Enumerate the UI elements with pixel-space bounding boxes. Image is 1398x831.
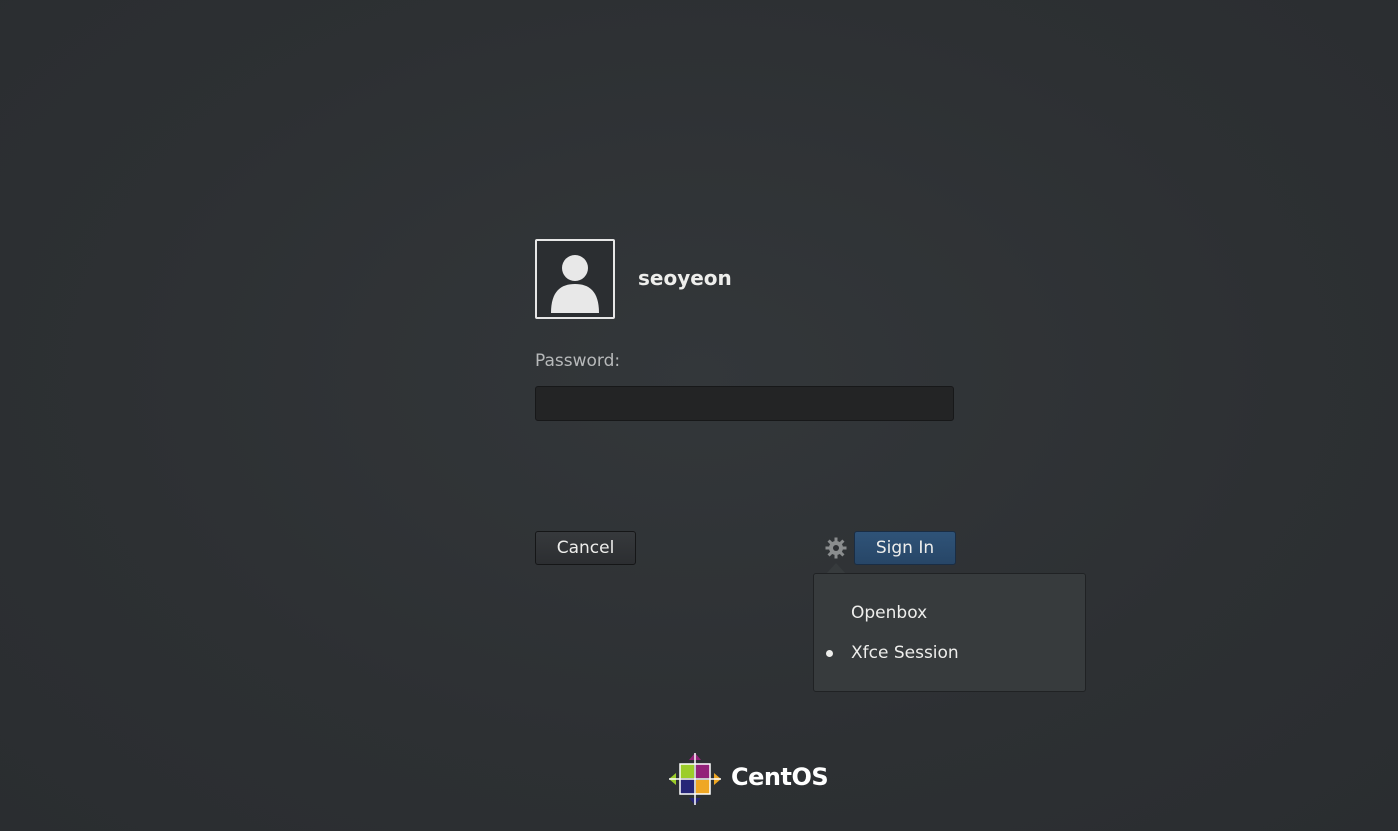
gear-icon[interactable]	[824, 536, 848, 560]
user-avatar	[535, 239, 615, 319]
login-screen: seoyeon Password: Cancel Sign In Openbox…	[0, 0, 1398, 831]
password-field[interactable]	[535, 386, 954, 421]
selected-bullet-icon	[826, 649, 833, 657]
session-item-openbox[interactable]: Openbox	[814, 597, 1085, 629]
logo-text: CentOS	[731, 763, 829, 791]
session-item-xfce[interactable]: Xfce Session	[814, 637, 1085, 669]
session-menu: Openbox Xfce Session	[813, 573, 1086, 692]
session-item-label: Xfce Session	[851, 643, 959, 663]
centos-logo-icon	[669, 753, 721, 805]
username-label: seoyeon	[638, 266, 732, 290]
sign-in-button[interactable]: Sign In	[854, 531, 956, 565]
centos-logo: CentOS	[668, 752, 829, 806]
cancel-button[interactable]: Cancel	[535, 531, 636, 565]
password-label: Password:	[535, 351, 621, 371]
session-item-label: Openbox	[851, 603, 928, 623]
user-silhouette-icon	[551, 255, 599, 313]
